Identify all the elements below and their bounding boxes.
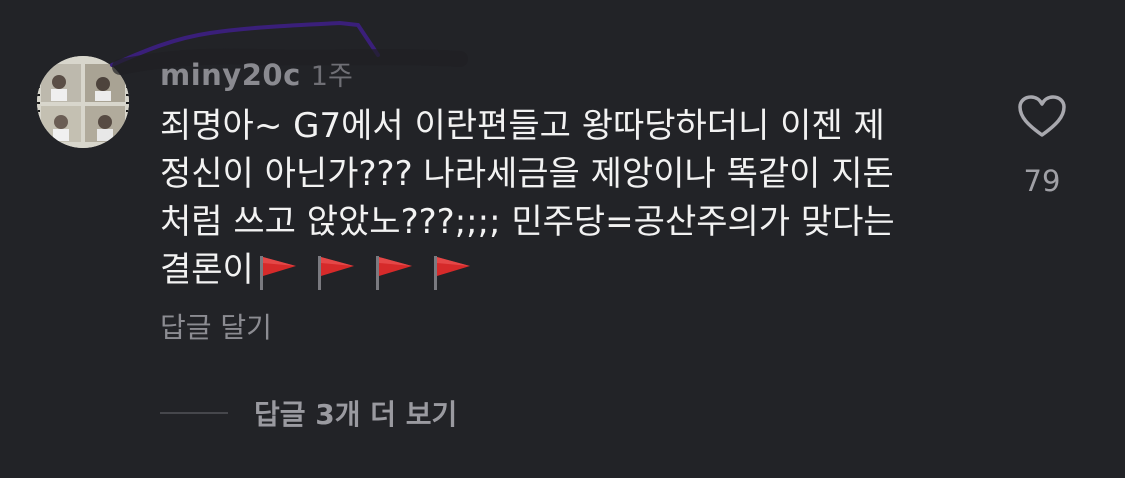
- red-flag-icon: [433, 255, 470, 290]
- comment-header: miny20c 1주: [160, 54, 353, 92]
- red-flag-icon: [375, 255, 412, 290]
- username[interactable]: miny20c: [160, 58, 301, 92]
- comment-text-line-last: 결론이: [160, 246, 950, 294]
- view-more-replies-label: 답글 3개 더 보기: [254, 398, 458, 431]
- comment-text-line: 결론이: [160, 250, 254, 290]
- heart-icon[interactable]: [1017, 94, 1067, 138]
- comment-item: miny20c 1주 죄명아~ G7에서 이란편들고 왕따당하더니 이젠 제 정…: [0, 0, 1125, 478]
- comment-text-line: 처럼 쓰고 앉았노???;;;; 민주당=공산주의가 맞다는: [160, 202, 895, 242]
- red-flag-icon: [317, 255, 354, 290]
- avatar[interactable]: [37, 56, 129, 148]
- avatar-photo-collage: [37, 56, 129, 148]
- comment-text: 죄명아~ G7에서 이란편들고 왕따당하더니 이젠 제 정신이 아닌가??? 나…: [160, 102, 950, 294]
- divider-line: [160, 412, 228, 414]
- reply-button[interactable]: 답글 달기: [160, 306, 272, 346]
- like-area: 79: [1012, 94, 1072, 224]
- comment-text-line: 죄명아~ G7에서 이란편들고 왕따당하더니 이젠 제: [160, 106, 885, 146]
- timestamp: 1주: [310, 61, 353, 92]
- like-count: 79: [1023, 164, 1061, 198]
- red-flag-icon: [259, 255, 296, 290]
- flag-emoji-row: [256, 252, 474, 292]
- comment-text-line: 정신이 아닌가??? 나라세금을 제앙이나 똑같이 지돈: [160, 154, 894, 194]
- view-more-replies-button[interactable]: 답글 3개 더 보기: [160, 393, 457, 433]
